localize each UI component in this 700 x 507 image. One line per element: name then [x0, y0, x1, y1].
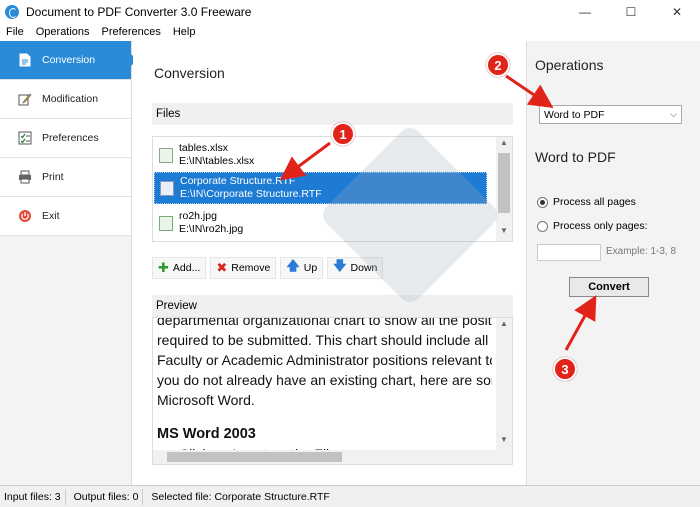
menu-preferences[interactable]: Preferences — [96, 26, 167, 38]
annotation-badge-3: 3 — [553, 357, 577, 381]
title-bar: Document to PDF Converter 3.0 Freeware —… — [0, 0, 700, 24]
nav-item-exit[interactable]: Exit — [0, 197, 131, 236]
nav-item-label: Print — [42, 171, 64, 183]
status-input-files: Input files: 3 — [0, 488, 66, 505]
preview-hscrollbar[interactable] — [153, 450, 496, 464]
status-bar: Input files: 3 Output files: 0 Selected … — [0, 485, 700, 507]
scroll-down-icon[interactable]: ▼ — [496, 226, 512, 240]
file-path: E:\IN\tables.xlsx — [179, 155, 255, 167]
pages-input[interactable] — [537, 244, 601, 261]
file-name: ro2h.jpg — [179, 210, 217, 222]
nav-item-preferences[interactable]: Preferences — [0, 119, 131, 158]
menu-help[interactable]: Help — [167, 26, 202, 38]
up-button[interactable]: 🡅 Up — [280, 257, 324, 279]
radio-button-checked[interactable] — [537, 196, 548, 208]
nav-item-print[interactable]: Print — [0, 158, 131, 197]
scroll-up-icon[interactable]: ▲ — [496, 138, 512, 152]
plus-icon: ✚ — [158, 260, 169, 275]
files-group-header: Files — [152, 103, 513, 125]
file-path: E:\IN\Corporate Structure.RTF — [180, 188, 322, 200]
preview-pane[interactable]: departmental organizational chart to sho… — [152, 317, 513, 465]
preview-line: required to be submitted. This chart sho… — [157, 332, 492, 348]
minimize-button[interactable]: — — [562, 0, 608, 24]
scroll-thumb[interactable] — [498, 153, 510, 213]
preview-vscrollbar[interactable]: ▲ ▼ — [496, 318, 512, 464]
left-navigation: Conversion Modification Preferences Prin… — [0, 41, 137, 485]
remove-x-icon: ✖ — [216, 260, 228, 275]
arrow-up-icon: 🡅 — [286, 258, 300, 273]
status-selected-file: Selected file: Corporate Structure.RTF — [151, 490, 330, 503]
nav-item-label: Preferences — [42, 132, 99, 144]
file-name: tables.xlsx — [179, 142, 229, 154]
operation-subtitle: Word to PDF — [535, 149, 616, 165]
annotation-badge-2: 2 — [486, 53, 510, 77]
annotation-badge-1: 1 — [331, 122, 355, 146]
operations-panel: Operations Word to PDF ⌵ Word to PDF Pro… — [526, 41, 700, 485]
power-icon — [18, 209, 32, 223]
excel-file-icon — [159, 147, 173, 163]
printer-icon — [18, 170, 32, 184]
nav-item-label: Modification — [42, 93, 99, 105]
hscroll-thumb[interactable] — [167, 452, 342, 462]
add-button[interactable]: ✚ Add... — [152, 257, 207, 279]
preview-group-header: Preview — [152, 295, 513, 317]
preview-line: Faculty or Academic Administrator positi… — [157, 352, 492, 368]
maximize-button[interactable]: ☐ — [608, 0, 654, 24]
remove-button[interactable]: ✖ Remove — [210, 257, 277, 279]
remove-button-label: Remove — [231, 262, 271, 274]
radio-label: Process all pages — [553, 196, 636, 208]
page-title: Conversion — [154, 65, 225, 81]
app-logo-icon — [5, 5, 19, 19]
preview-text: departmental organizational chart to sho… — [157, 318, 492, 456]
operation-select-value: Word to PDF — [544, 108, 605, 121]
operations-title: Operations — [535, 57, 604, 73]
pages-hint: Example: 1-3, 8 — [606, 246, 677, 257]
edit-icon — [18, 92, 32, 106]
checklist-icon — [18, 131, 32, 145]
menu-file[interactable]: File — [0, 26, 30, 38]
preview-line: departmental organizational chart to sho… — [157, 317, 492, 328]
radio-button[interactable] — [537, 220, 548, 232]
window-title: Document to PDF Converter 3.0 Freeware — [26, 5, 252, 19]
preview-heading: MS Word 2003 — [157, 426, 256, 442]
nav-item-label: Exit — [42, 210, 60, 222]
window-controls: — ☐ ✕ — [562, 0, 700, 24]
radio-label: Process only pages: — [553, 220, 648, 232]
file-name: Corporate Structure.RTF — [180, 175, 296, 187]
operation-select[interactable]: Word to PDF ⌵ — [539, 105, 682, 124]
files-toolbar: ✚ Add... ✖ Remove 🡅 Up 🡇 Down — [152, 257, 384, 279]
arrow-down-icon: 🡇 — [333, 258, 347, 273]
scroll-up-icon[interactable]: ▲ — [496, 319, 512, 333]
menu-operations[interactable]: Operations — [30, 26, 96, 38]
files-scrollbar[interactable]: ▲ ▼ — [496, 137, 512, 241]
add-button-label: Add... — [172, 262, 201, 274]
chevron-down-icon: ⌵ — [670, 109, 677, 119]
menu-bar: File Operations Preferences Help — [0, 24, 700, 40]
file-path: E:\IN\ro2h.jpg — [179, 223, 244, 235]
document-icon — [18, 53, 32, 67]
scroll-down-icon[interactable]: ▼ — [496, 435, 512, 449]
radio-process-all[interactable]: Process all pages — [537, 196, 636, 208]
preview-line: Microsoft Word. — [157, 392, 255, 408]
image-file-icon — [159, 215, 173, 231]
preview-line: you do not already have an existing char… — [157, 372, 492, 388]
nav-item-conversion[interactable]: Conversion — [0, 41, 137, 80]
nav-item-modification[interactable]: Modification — [0, 80, 131, 119]
word-file-icon — [160, 180, 174, 196]
status-output-files: Output files: 0 — [66, 488, 144, 505]
conversion-panel: Conversion Files tables.xlsx E:\IN\table… — [133, 41, 525, 485]
close-button[interactable]: ✕ — [654, 0, 700, 24]
nav-item-label: Conversion — [42, 54, 96, 66]
radio-process-only[interactable]: Process only pages: — [537, 220, 648, 232]
up-button-label: Up — [303, 262, 318, 274]
convert-button[interactable]: Convert — [569, 277, 649, 297]
